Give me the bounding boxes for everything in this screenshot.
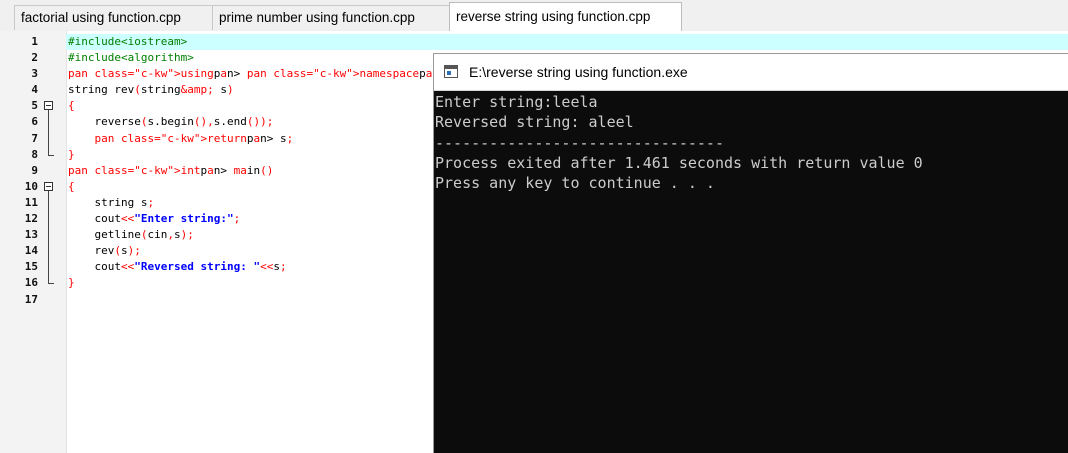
fold-end <box>41 146 57 163</box>
fold-minus-icon[interactable] <box>41 98 57 116</box>
code-text: cout<<"Enter string:"; <box>68 212 241 226</box>
fold-end <box>41 275 57 291</box>
console-output: Enter string:leela Reversed string: alee… <box>434 92 923 193</box>
code-text: rev(s); <box>68 244 141 258</box>
line-number: 17 <box>24 292 38 306</box>
code-line-14[interactable]: 14 rev(s); <box>0 243 440 260</box>
console-title: E:\reverse string using function.exe <box>469 64 688 80</box>
console-line: Press any key to continue . . . <box>435 174 715 193</box>
line-number: 11 <box>24 195 38 209</box>
console-line: Process exited after 1.461 seconds with … <box>435 153 923 172</box>
line-number: 8 <box>31 147 38 161</box>
code-text: string rev(string&amp; s) <box>68 83 234 97</box>
code-line-5[interactable]: 5 { <box>0 98 440 116</box>
line-number: 10 <box>24 179 38 193</box>
code-line-8[interactable]: 8 } <box>0 146 440 163</box>
code-text: cout<<"Reversed string: "<<s; <box>68 260 287 274</box>
fold-guide <box>41 114 57 131</box>
line-number: 12 <box>24 212 38 226</box>
file-tab-bar: factorial using function.cpp prime numbe… <box>0 0 1068 32</box>
code-text: { <box>68 99 75 113</box>
line-number: 14 <box>24 244 38 258</box>
code-text: } <box>68 147 75 161</box>
line-number: 9 <box>31 163 38 177</box>
line-number: 5 <box>31 99 38 113</box>
line-number: 6 <box>31 115 38 129</box>
code-text: pan class="c-kw">intpan> main() <box>68 163 274 177</box>
console-line: Reversed string: aleel <box>435 113 634 132</box>
code-line-2[interactable]: 2 #include<algorithm> <box>0 50 440 66</box>
code-text: #include<iostream> <box>68 35 188 48</box>
line-number: 2 <box>31 51 38 65</box>
line-number: 3 <box>31 67 38 81</box>
code-line-12[interactable]: 12 cout<<"Enter string:"; <box>0 211 440 228</box>
code-line-7[interactable]: 7 pan class="c-kw">returnpan> s; <box>0 130 440 147</box>
code-lines: 1 #include<iostream> 2 #include<algorith… <box>0 34 479 308</box>
line-number: 13 <box>24 228 38 242</box>
code-text: string s; <box>68 195 155 209</box>
code-line-15[interactable]: 15 cout<<"Reversed string: "<<s; <box>0 259 440 276</box>
code-text: getline(cin,s); <box>68 228 194 242</box>
fold-guide <box>41 211 57 228</box>
code-text: pan class="c-kw">returnpan> s; <box>94 131 294 145</box>
tab-factorial[interactable]: factorial using function.cpp <box>14 5 213 30</box>
fold-guide <box>41 227 57 244</box>
line-number: 16 <box>24 276 38 290</box>
code-line-13[interactable]: 13 getline(cin,s); <box>0 227 440 244</box>
code-text: } <box>68 276 75 290</box>
console-title-bar[interactable]: E:\reverse string using function.exe <box>434 54 1068 91</box>
code-line-9[interactable]: 9 pan class="c-kw">intpan> main() <box>0 163 440 179</box>
console-line: Enter string:leela <box>435 93 598 111</box>
console-window[interactable]: E:\reverse string using function.exe Ent… <box>433 53 1068 453</box>
tab-prime-number[interactable]: prime number using function.cpp <box>212 5 450 30</box>
code-text: reverse(s.begin(),s.end()); <box>68 115 274 129</box>
fold-minus-icon[interactable] <box>41 179 57 196</box>
code-text: { <box>68 179 75 193</box>
line-number: 1 <box>31 35 38 48</box>
fold-guide <box>41 130 57 147</box>
tab-reverse-string[interactable]: reverse string using function.cpp <box>449 2 682 32</box>
code-text: pan class="c-kw">usingpan> pan class="c-… <box>68 67 479 81</box>
code-line-1[interactable]: 1 #include<iostream> <box>0 34 440 50</box>
code-line-16[interactable]: 16 } <box>0 275 440 291</box>
code-line-4[interactable]: 4 string rev(string&amp; s) <box>0 82 440 98</box>
code-line-11[interactable]: 11 string s; <box>0 194 440 212</box>
code-text: #include<algorithm> <box>68 51 194 65</box>
fold-guide <box>41 259 57 276</box>
fold-guide <box>41 194 57 212</box>
code-line-17[interactable]: 17 <box>0 292 440 308</box>
line-number: 15 <box>24 260 38 274</box>
line-number: 7 <box>31 131 38 145</box>
console-line: -------------------------------- <box>435 133 724 152</box>
code-line-10[interactable]: 10 { <box>0 179 440 196</box>
fold-guide <box>41 243 57 260</box>
code-line-3[interactable]: 3 pan class="c-kw">usingpan> pan class="… <box>0 66 478 82</box>
code-line-6[interactable]: 6 reverse(s.begin(),s.end()); <box>0 114 440 131</box>
line-number: 4 <box>31 83 38 97</box>
console-window-icon <box>444 65 458 78</box>
